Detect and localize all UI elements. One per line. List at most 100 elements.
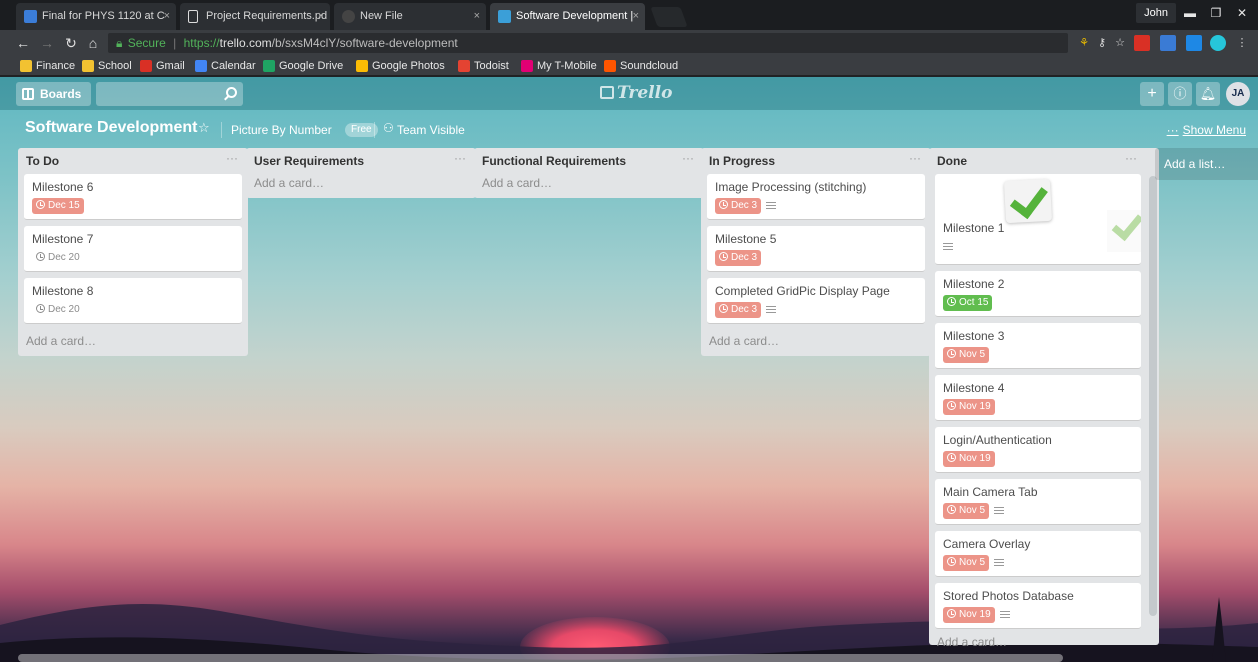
bookmark-star-icon[interactable]: ☆ [1112, 35, 1128, 51]
calendar-icon [195, 60, 207, 72]
chrome-menu-icon[interactable]: ⋮ [1234, 35, 1250, 51]
add-card-link[interactable]: Add a card… [252, 174, 470, 192]
visibility-button[interactable]: Team Visible [397, 123, 465, 137]
restore-icon[interactable]: ❐ [1204, 3, 1228, 23]
browser-tab-2[interactable]: Project Requirements.pd × [180, 3, 330, 30]
tab-close-icon[interactable]: × [474, 3, 480, 30]
extension-icon[interactable] [1160, 35, 1176, 51]
bookmark-soundcloud[interactable]: Soundcloud [602, 58, 678, 74]
card[interactable]: Milestone 8 Dec 20 [24, 278, 242, 324]
card[interactable]: Camera Overlay Nov 5 [935, 531, 1141, 577]
card[interactable]: Milestone 4 Nov 19 [935, 375, 1141, 421]
board-horizontal-scrollbar[interactable] [18, 654, 1063, 662]
card-title: Login/Authentication [943, 433, 1052, 447]
tab-close-icon[interactable]: × [164, 3, 170, 30]
list-header[interactable]: To Do ··· [24, 148, 242, 174]
due-date-label: Dec 15 [48, 200, 80, 211]
list-menu-icon[interactable]: ··· [909, 151, 921, 165]
trello-logo[interactable]: Trello [600, 83, 672, 103]
info-icon[interactable]: ⓘ [1168, 82, 1192, 106]
board-search[interactable] [96, 82, 243, 106]
close-window-icon[interactable]: ✕ [1230, 3, 1254, 23]
card[interactable]: Completed GridPic Display Page Dec 3 [707, 278, 925, 324]
bell-icon[interactable]: 🔔︎ [1196, 82, 1220, 106]
bookmark-todoist[interactable]: Todoist [456, 58, 509, 74]
tab-title: New File [360, 10, 403, 22]
browser-tab-1[interactable]: Final for PHYS 1120 at C × [16, 3, 176, 30]
list-header[interactable]: Done ··· [935, 148, 1141, 174]
list-menu-icon[interactable]: ··· [226, 151, 238, 165]
browser-tab-3[interactable]: New File × [334, 3, 486, 30]
new-tab-button[interactable] [650, 7, 688, 27]
add-card-link[interactable]: Add a card… [707, 330, 925, 350]
key-icon[interactable]: ⚷ [1094, 35, 1110, 51]
add-card-link[interactable]: Add a card… [480, 174, 698, 192]
clock-icon [947, 401, 956, 410]
boards-button[interactable]: Boards [16, 82, 91, 106]
card[interactable]: Login/Authentication Nov 19 [935, 427, 1141, 473]
list-header[interactable]: In Progress ··· [707, 148, 925, 174]
card-badges: Nov 5 [943, 347, 1133, 363]
home-icon[interactable]: ⌂ [84, 34, 102, 52]
search-input[interactable] [96, 82, 216, 106]
add-button[interactable]: + [1140, 82, 1164, 106]
bookmark-finance[interactable]: Finance [18, 58, 75, 74]
extension-icon[interactable] [1186, 35, 1202, 51]
back-arrow-icon[interactable]: ← [14, 34, 32, 52]
list-title[interactable]: User Requirements [254, 154, 364, 168]
card[interactable]: Main Camera Tab Nov 5 [935, 479, 1141, 525]
bookmark-calendar[interactable]: Calendar [193, 58, 256, 74]
card[interactable]: Milestone 6 Dec 15 [24, 174, 242, 220]
extension-icon[interactable]: ⚘ [1076, 35, 1092, 51]
address-bar[interactable]: 🔒︎ Secure | https://trello.com/b/sxsM4cl… [108, 33, 1068, 53]
search-icon[interactable] [226, 87, 237, 98]
extension-icon[interactable] [1210, 35, 1226, 51]
tab-close-icon[interactable]: × [318, 3, 324, 30]
card[interactable]: Milestone 5 Dec 3 [707, 226, 925, 272]
show-menu-link[interactable]: ··· Show Menu [1167, 123, 1246, 137]
card[interactable]: Stored Photos Database Nov 19 [935, 583, 1141, 629]
list-menu-icon[interactable]: ··· [454, 151, 466, 165]
list-scrollbar[interactable] [1149, 176, 1157, 616]
list-title[interactable]: Done [937, 154, 967, 168]
add-card-link[interactable]: Add a card… [935, 635, 1141, 651]
list-header[interactable]: Functional Requirements ··· [480, 148, 698, 174]
bookmark-gmail[interactable]: Gmail [138, 58, 185, 74]
bookmark-my-t-mobile[interactable]: My T-Mobile [519, 58, 597, 74]
bookmark-google-photos[interactable]: Google Photos [354, 58, 445, 74]
list-title[interactable]: Functional Requirements [482, 154, 626, 168]
star-icon[interactable]: ☆ [198, 120, 210, 136]
gmail-extension-icon[interactable] [1134, 35, 1150, 51]
minimize-icon[interactable]: ▬ [1178, 3, 1202, 23]
board-title[interactable]: Software Development [25, 119, 197, 137]
card[interactable]: Milestone 2 Oct 15 [935, 271, 1141, 317]
folder-icon [20, 60, 32, 72]
clock-icon [719, 252, 728, 261]
list-title[interactable]: In Progress [709, 154, 775, 168]
add-list-button[interactable]: Add a list… [1155, 148, 1258, 180]
list-title[interactable]: To Do [26, 154, 59, 168]
forward-arrow-icon[interactable]: → [38, 34, 56, 52]
add-card-link[interactable]: Add a card… [24, 330, 242, 350]
bookmark-google-drive[interactable]: Google Drive [261, 58, 343, 74]
team-name[interactable]: Picture By Number [231, 123, 332, 137]
due-date-badge: Dec 3 [715, 250, 762, 266]
tab-close-icon[interactable]: × [633, 3, 639, 30]
card-with-cover[interactable]: Milestone 1 [935, 174, 1141, 265]
card[interactable]: Milestone 3 Nov 5 [935, 323, 1141, 369]
list-menu-icon[interactable]: ··· [682, 151, 694, 165]
team-icon: ⚇ [383, 121, 394, 135]
list-header[interactable]: User Requirements ··· [252, 148, 470, 174]
list-menu-icon[interactable]: ··· [1125, 151, 1137, 165]
browser-tab-4-active[interactable]: Software Development | × [490, 3, 645, 30]
card[interactable]: Milestone 7 Dec 20 [24, 226, 242, 272]
card[interactable]: Image Processing (stitching) Dec 3 [707, 174, 925, 220]
clock-icon [947, 297, 956, 306]
bookmark-school[interactable]: School [80, 58, 132, 74]
reload-icon[interactable]: ↻ [62, 34, 80, 52]
description-icon [943, 242, 953, 251]
card-title: Milestone 8 [32, 284, 94, 298]
due-date-badge: Dec 20 [32, 250, 84, 266]
profile-button[interactable]: John [1136, 3, 1176, 23]
avatar[interactable]: JA [1226, 82, 1250, 106]
